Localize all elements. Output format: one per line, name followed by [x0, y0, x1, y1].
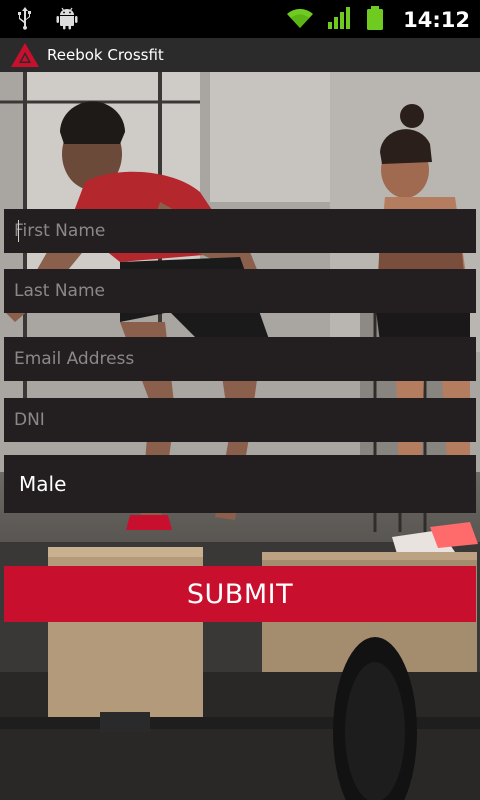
- wifi-icon: [285, 6, 315, 34]
- signal-icon: [327, 6, 353, 34]
- text-cursor: [18, 220, 19, 242]
- app-title: Reebok Crossfit: [47, 46, 164, 64]
- last-name-field[interactable]: [4, 269, 476, 313]
- app-bar: Reebok Crossfit: [0, 38, 480, 72]
- android-debug-icon: [56, 6, 78, 34]
- status-time: 14:12: [403, 8, 470, 32]
- gender-selected-value: Male: [19, 472, 67, 496]
- reebok-delta-logo-icon: [10, 42, 40, 68]
- usb-icon: [16, 6, 34, 34]
- dni-input[interactable]: [4, 398, 476, 442]
- last-name-input[interactable]: [4, 269, 476, 313]
- submit-button[interactable]: SUBMIT: [4, 566, 476, 622]
- email-input[interactable]: [4, 337, 476, 381]
- dni-field[interactable]: [4, 398, 476, 442]
- first-name-field[interactable]: [4, 209, 476, 253]
- app-screen: 14:12 Reebok Crossfit First Name Last Na…: [0, 0, 480, 800]
- gender-select[interactable]: Male: [4, 455, 476, 513]
- status-bar: 14:12: [0, 0, 480, 38]
- battery-icon: [365, 5, 385, 35]
- email-field[interactable]: [4, 337, 476, 381]
- first-name-input[interactable]: [4, 209, 476, 253]
